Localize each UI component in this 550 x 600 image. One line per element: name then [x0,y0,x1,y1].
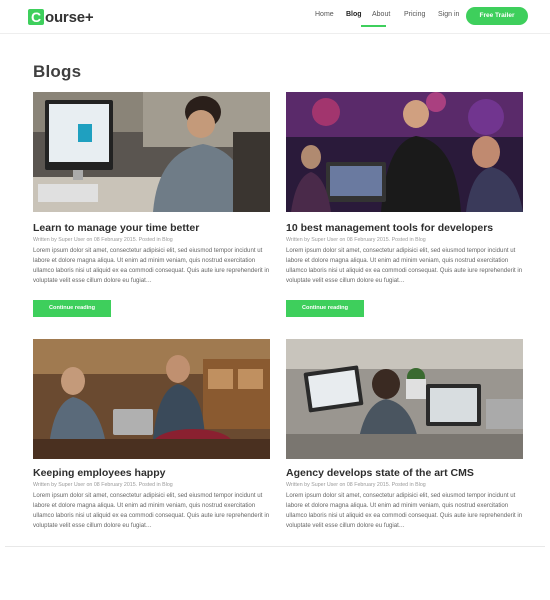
nav-blog[interactable]: Blog [346,11,362,18]
continue-reading-button[interactable]: Continue reading [33,300,111,317]
post-excerpt: Lorem ipsum dolor sit amet, consectetur … [33,247,270,284]
nav-about[interactable]: About [372,11,390,18]
nav-home[interactable]: Home [315,11,334,18]
footer-divider [5,546,545,547]
free-trailer-button[interactable]: Free Trailer [466,7,528,25]
post-excerpt: Lorem ipsum dolor sit amet, consectetur … [286,247,523,284]
nav-sign-in[interactable]: Sign in [438,11,459,18]
post-title[interactable]: Keeping employees happy [33,467,165,479]
post-title[interactable]: 10 best management tools for developers [286,222,493,234]
logo-mark: C [28,9,44,25]
post-image-hackathon[interactable] [286,92,523,212]
post-excerpt: Lorem ipsum dolor sit amet, consectetur … [286,492,523,529]
post-title[interactable]: Learn to manage your time better [33,222,199,234]
post-title[interactable]: Agency develops state of the art CMS [286,467,474,479]
site-header: C ourse+ Home Blog About Pricing Sign in… [0,0,550,34]
blog-card: Agency develops state of the art CMS Wri… [286,339,523,539]
blog-card: Learn to manage your time better Written… [33,92,270,322]
post-meta: Written by Super User on 08 February 201… [286,237,426,243]
post-meta: Written by Super User on 08 February 201… [33,237,173,243]
post-image-coworkers[interactable] [33,339,270,459]
continue-reading-button[interactable]: Continue reading [286,300,364,317]
logo[interactable]: C ourse+ [28,7,94,27]
nav-pricing[interactable]: Pricing [404,11,425,18]
page-title: Blogs [33,62,82,81]
logo-text: ourse+ [45,8,94,26]
post-meta: Written by Super User on 08 February 201… [286,482,426,488]
post-image-office[interactable] [33,92,270,212]
post-meta: Written by Super User on 08 February 201… [33,482,173,488]
nav-active-indicator [361,25,386,27]
blog-card: 10 best management tools for developers … [286,92,523,322]
post-excerpt: Lorem ipsum dolor sit amet, consectetur … [33,492,270,529]
blog-card: Keeping employees happy Written by Super… [33,339,270,539]
post-image-laptops[interactable] [286,339,523,459]
